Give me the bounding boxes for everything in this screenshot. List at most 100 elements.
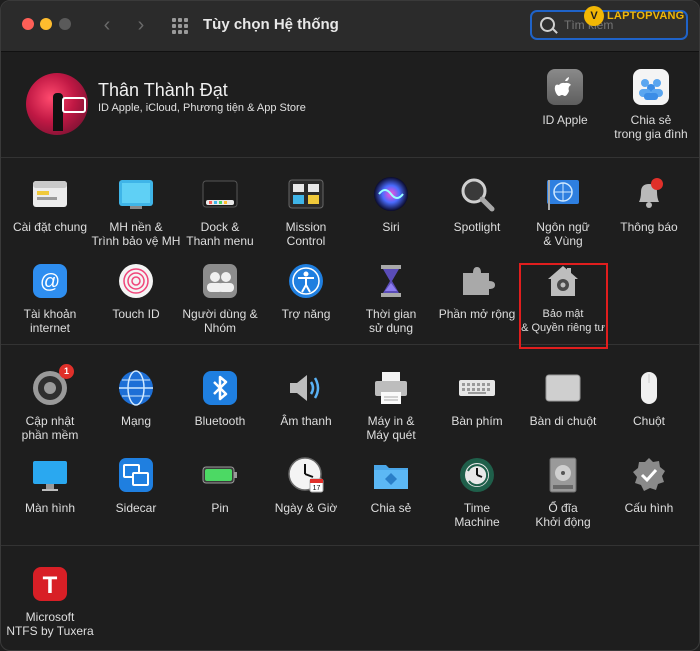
pref-general-label: Cài đặt chung xyxy=(12,220,88,234)
pref-dock[interactable]: Dock & Thanh menu xyxy=(175,176,265,248)
desktop-screensaver-icon xyxy=(118,176,154,212)
profile-subtitle: ID Apple, iCloud, Phương tiện & App Stor… xyxy=(98,102,306,114)
pref-trackpad[interactable]: Bàn di chuột xyxy=(518,370,608,428)
pref-ntfs-tuxera-label: Microsoft NTFS by Tuxera xyxy=(6,610,94,638)
pref-mouse-label: Chuột xyxy=(632,414,666,428)
screen-time-icon xyxy=(373,263,409,299)
general-icon xyxy=(32,176,68,212)
pref-profiles[interactable]: Cấu hình xyxy=(604,457,694,515)
apple-id-pref[interactable]: ID Apple xyxy=(525,69,605,127)
pref-internet-accounts[interactable]: @ Tài khoản internet xyxy=(5,263,95,335)
pref-date-time-label: Ngày & Giờ xyxy=(274,501,338,515)
pref-mouse[interactable]: Chuột xyxy=(604,370,694,428)
extensions-icon xyxy=(459,263,495,299)
pref-general[interactable]: Cài đặt chung xyxy=(5,176,95,234)
pref-bluetooth-label: Bluetooth xyxy=(194,414,246,428)
pref-sound[interactable]: Âm thanh xyxy=(261,370,351,428)
pref-battery[interactable]: Pin xyxy=(175,457,265,515)
back-button[interactable]: ‹ xyxy=(97,13,117,37)
watermark-coin-icon: V xyxy=(584,6,604,26)
apple-id-label: ID Apple xyxy=(542,113,588,127)
pref-ntfs-tuxera[interactable]: T Microsoft NTFS by Tuxera xyxy=(5,566,95,638)
pref-software-update[interactable]: 1 Cập nhật phần mềm xyxy=(5,364,95,442)
close-window-button[interactable] xyxy=(22,18,34,30)
dock-icon xyxy=(202,176,238,212)
pref-trackpad-label: Bàn di chuột xyxy=(529,414,597,428)
mouse-icon xyxy=(631,370,667,406)
pref-bluetooth[interactable]: Bluetooth xyxy=(175,370,265,428)
pref-network-label: Mạng xyxy=(120,414,152,428)
pref-accessibility-label: Trợ năng xyxy=(281,307,331,321)
keyboard-icon xyxy=(459,370,495,406)
pref-extensions-label: Phần mở rộng xyxy=(438,307,516,321)
pref-touch-id-label: Touch ID xyxy=(112,307,160,321)
siri-icon xyxy=(373,176,409,212)
highlight-box xyxy=(519,263,608,349)
pref-sound-label: Âm thanh xyxy=(280,414,332,428)
printers-scanners-icon xyxy=(373,370,409,406)
pref-mission-control[interactable]: Mission Control xyxy=(261,176,351,248)
window-title: Tùy chọn Hệ thống xyxy=(203,16,339,33)
displays-icon xyxy=(32,457,68,493)
touch-id-icon xyxy=(118,263,154,299)
title-bar: ‹ › Tùy chọn Hệ thống V LAPTOPVANG xyxy=(1,1,699,52)
pref-siri[interactable]: Siri xyxy=(346,176,436,234)
pref-language-region[interactable]: Ngôn ngữ & Vùng xyxy=(518,176,608,248)
pref-date-time[interactable]: 17 Ngày & Giờ xyxy=(261,457,351,515)
pref-time-machine[interactable]: Time Machine xyxy=(432,457,522,529)
pref-internet-accounts-label: Tài khoản internet xyxy=(23,307,77,335)
profiles-icon xyxy=(631,457,667,493)
sharing-icon xyxy=(373,457,409,493)
pref-users-groups[interactable]: Người dùng & Nhóm xyxy=(175,263,265,335)
pref-battery-label: Pin xyxy=(211,501,229,515)
spotlight-icon xyxy=(459,176,495,212)
pref-profiles-label: Cấu hình xyxy=(624,501,674,515)
pref-printers-scanners[interactable]: Máy in & Máy quét xyxy=(346,370,436,442)
pref-users-groups-label: Người dùng & Nhóm xyxy=(182,307,258,335)
pref-extensions[interactable]: Phần mở rộng xyxy=(432,263,522,321)
pref-notifications[interactable]: Thông báo xyxy=(604,176,694,234)
mission-control-icon xyxy=(288,176,324,212)
trackpad-icon xyxy=(545,370,581,406)
other-prefs-section xyxy=(1,546,699,650)
system-preferences-window: ‹ › Tùy chọn Hệ thống V LAPTOPVANG Thân … xyxy=(0,0,700,651)
pref-mission-control-label: Mission Control xyxy=(285,220,327,248)
language-region-icon xyxy=(545,176,581,212)
pref-spotlight[interactable]: Spotlight xyxy=(432,176,522,234)
avatar[interactable] xyxy=(26,73,88,135)
pref-spotlight-label: Spotlight xyxy=(453,220,501,234)
profile-name[interactable]: Thân Thành Đạt xyxy=(98,80,228,101)
svg-text:T: T xyxy=(43,572,58,599)
svg-text:17: 17 xyxy=(313,485,321,492)
notifications-icon xyxy=(631,176,667,212)
watermark-logo: V LAPTOPVANG xyxy=(584,5,684,27)
internet-accounts-icon: @ xyxy=(32,263,68,299)
pref-sidecar[interactable]: Sidecar xyxy=(91,457,181,515)
minimize-window-button[interactable] xyxy=(40,18,52,30)
pref-keyboard[interactable]: Bàn phím xyxy=(432,370,522,428)
watermark-text: LAPTOPVANG xyxy=(607,10,685,22)
pref-startup-disk[interactable]: Ổ đĩa Khởi động xyxy=(518,457,608,529)
pref-desktop-screensaver[interactable]: MH nền & Trình bảo vệ MH xyxy=(91,176,181,248)
time-machine-icon xyxy=(459,457,495,493)
pref-screen-time[interactable]: Thời gian sử dụng xyxy=(346,263,436,335)
pref-network[interactable]: Mạng xyxy=(91,370,181,428)
pref-accessibility[interactable]: Trợ năng xyxy=(261,263,351,321)
apple-id-icon xyxy=(547,69,583,105)
pref-desktop-screensaver-label: MH nền & Trình bảo vệ MH xyxy=(91,220,181,248)
pref-touch-id[interactable]: Touch ID xyxy=(91,263,181,321)
forward-button[interactable]: › xyxy=(131,13,151,37)
sound-icon xyxy=(288,370,324,406)
pref-software-update-label: Cập nhật phần mềm xyxy=(21,414,79,442)
family-sharing-pref[interactable]: Chia sẻ trong gia đình xyxy=(611,69,691,141)
pref-language-region-label: Ngôn ngữ & Vùng xyxy=(536,220,590,248)
pref-displays[interactable]: Màn hình xyxy=(5,457,95,515)
show-all-grid-button[interactable] xyxy=(172,18,188,34)
pref-keyboard-label: Bàn phím xyxy=(451,414,503,428)
pref-sharing[interactable]: Chia sẻ xyxy=(346,457,436,515)
svg-text:@: @ xyxy=(40,271,60,293)
zoom-window-button[interactable] xyxy=(59,18,71,30)
software-update-icon: 1 xyxy=(32,364,74,406)
network-icon xyxy=(118,370,154,406)
pref-dock-label: Dock & Thanh menu xyxy=(186,220,254,248)
